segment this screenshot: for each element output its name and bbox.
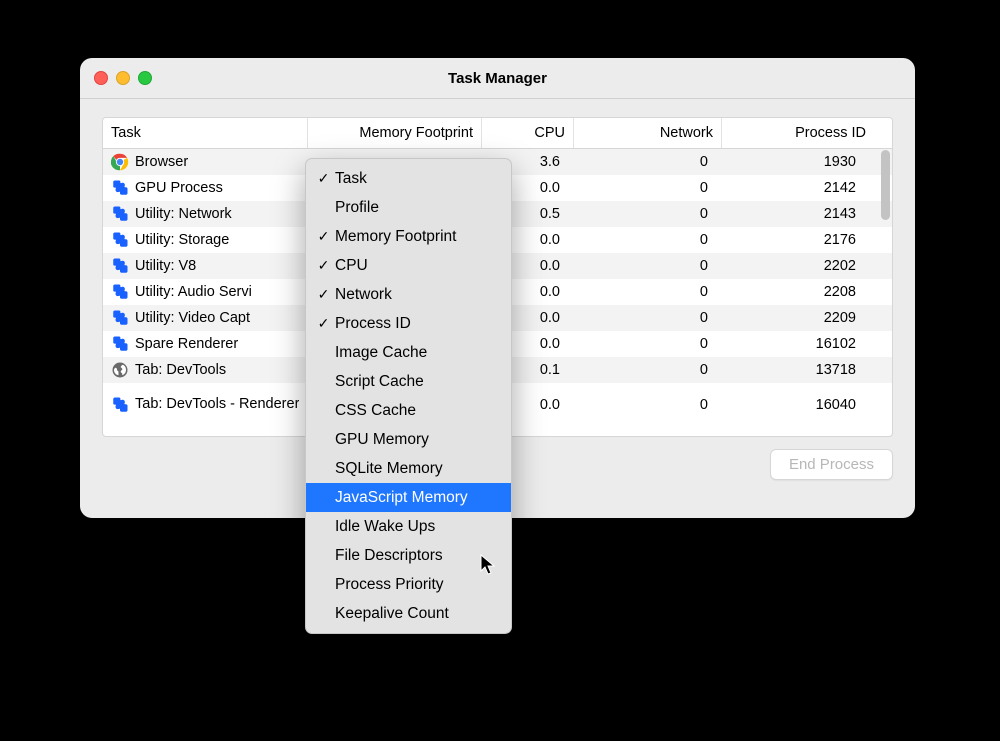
puzzle-icon [111,231,129,249]
end-process-button[interactable]: End Process [770,449,893,480]
table-scrollbar[interactable] [881,150,890,220]
network-cell: 0 [574,357,722,383]
menu-item[interactable]: Idle Wake Ups [306,512,511,541]
task-name: Utility: Video Capt [135,310,250,326]
menu-item[interactable]: GPU Memory [306,425,511,454]
menu-item[interactable]: ✓Process ID [306,309,511,338]
menu-item-label: CSS Cache [335,402,416,420]
menu-item-label: GPU Memory [335,431,429,449]
menu-item[interactable]: Process Priority [306,570,511,599]
task-name: Utility: Network [135,206,232,222]
chrome-icon [111,153,129,171]
menu-item-label: Keepalive Count [335,605,449,623]
menu-item[interactable]: ✓Memory Footprint [306,222,511,251]
pid-cell: 1930 [722,149,874,175]
puzzle-icon [111,283,129,301]
menu-item[interactable]: Profile [306,193,511,222]
pid-cell: 2202 [722,253,874,279]
network-cell: 0 [574,305,722,331]
menu-item-label: Process ID [335,315,411,333]
network-cell: 0 [574,279,722,305]
pid-cell: 2143 [722,201,874,227]
menu-item-label: Process Priority [335,576,444,594]
pid-cell: 2208 [722,279,874,305]
check-icon: ✓ [316,257,331,274]
task-name: Utility: Audio Servi [135,284,252,300]
pid-cell: 2209 [722,305,874,331]
menu-item[interactable]: ✓CPU [306,251,511,280]
network-cell: 0 [574,227,722,253]
menu-item-label: Idle Wake Ups [335,518,435,536]
task-name: Tab: DevTools [135,362,226,378]
menu-item[interactable]: File Descriptors [306,541,511,570]
menu-item-label: CPU [335,257,368,275]
menu-item-label: Task [335,170,367,188]
menu-item[interactable]: Image Cache [306,338,511,367]
menu-item-label: Network [335,286,392,304]
task-name: Utility: V8 [135,258,196,274]
window-title: Task Manager [80,70,915,87]
menu-item[interactable]: ✓Task [306,164,511,193]
task-name: Utility: Storage [135,232,229,248]
column-header-network[interactable]: Network [574,118,722,148]
pid-cell: 13718 [722,357,874,383]
menu-item-label: Script Cache [335,373,424,391]
menu-item-label: JavaScript Memory [335,489,468,507]
puzzle-icon [111,309,129,327]
menu-item[interactable]: ✓Network [306,280,511,309]
menu-item-label: SQLite Memory [335,460,443,478]
column-context-menu[interactable]: ✓TaskProfile✓Memory Footprint✓CPU✓Networ… [305,158,512,634]
globe-icon [111,361,129,379]
task-name: Spare Renderer [135,336,238,352]
task-name: GPU Process [135,180,223,196]
pid-cell: 2142 [722,175,874,201]
network-cell: 0 [574,149,722,175]
menu-item[interactable]: JavaScript Memory [306,483,511,512]
network-cell: 0 [574,201,722,227]
puzzle-icon [111,396,129,414]
network-cell: 0 [574,253,722,279]
column-header-pid[interactable]: Process ID [722,118,874,148]
menu-item[interactable]: CSS Cache [306,396,511,425]
menu-item[interactable]: Keepalive Count [306,599,511,628]
table-header: Task Memory Footprint CPU Network Proces… [103,118,892,149]
column-header-cpu[interactable]: CPU [482,118,574,148]
menu-item-label: File Descriptors [335,547,443,565]
pid-cell: 16102 [722,331,874,357]
network-cell: 0 [574,383,722,427]
menu-item-label: Profile [335,199,379,217]
menu-item[interactable]: SQLite Memory [306,454,511,483]
column-header-memory[interactable]: Memory Footprint [308,118,482,148]
titlebar: Task Manager [80,58,915,99]
task-name: Tab: DevTools - Renderer [135,396,299,413]
menu-item[interactable]: Script Cache [306,367,511,396]
puzzle-icon [111,205,129,223]
task-name: Browser [135,154,188,170]
column-header-task[interactable]: Task [103,118,308,148]
network-cell: 0 [574,331,722,357]
check-icon: ✓ [316,315,331,332]
check-icon: ✓ [316,228,331,245]
network-cell: 0 [574,175,722,201]
menu-item-label: Memory Footprint [335,228,456,246]
puzzle-icon [111,257,129,275]
check-icon: ✓ [316,170,331,187]
check-icon: ✓ [316,286,331,303]
puzzle-icon [111,335,129,353]
menu-item-label: Image Cache [335,344,427,362]
puzzle-icon [111,179,129,197]
pid-cell: 2176 [722,227,874,253]
pid-cell: 16040 [722,383,874,427]
